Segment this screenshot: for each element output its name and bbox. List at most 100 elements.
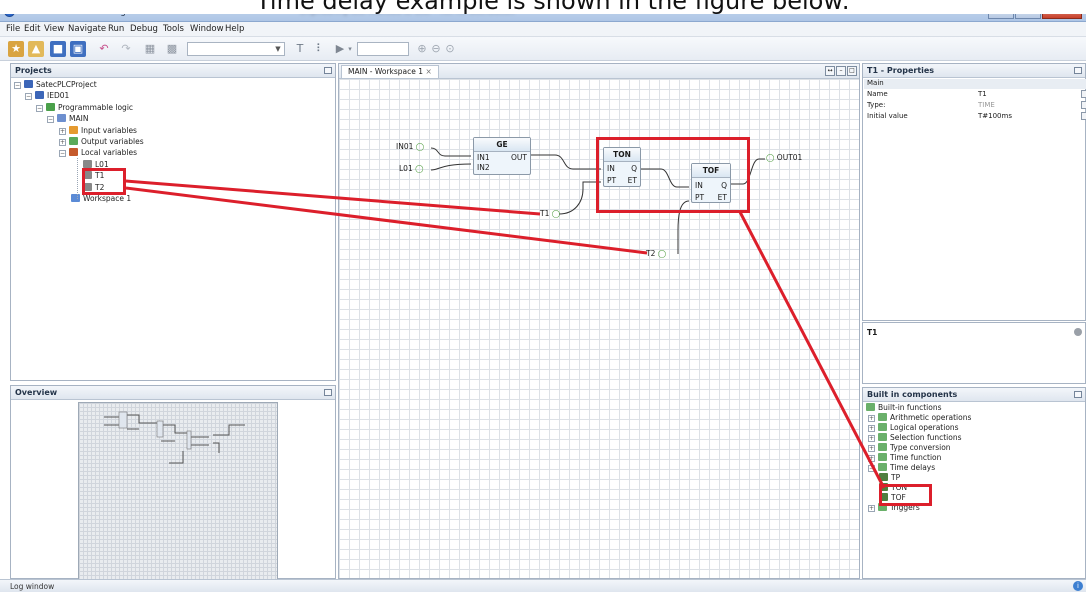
connector-icon: ◯ bbox=[415, 142, 425, 151]
tree-item-input-variables[interactable]: + Input variables bbox=[59, 126, 137, 137]
minimize-panel-icon[interactable] bbox=[1074, 391, 1082, 398]
variable-out01[interactable]: ◯ OUT01 bbox=[766, 153, 802, 162]
property-edit-button[interactable] bbox=[1081, 90, 1086, 98]
tree-item-main-label: MAIN bbox=[69, 114, 89, 123]
close-tab-icon[interactable]: × bbox=[425, 67, 431, 76]
folder-icon bbox=[866, 403, 875, 411]
menu-window[interactable]: Window bbox=[190, 24, 224, 34]
property-row-initial-value[interactable]: Initial value T#100ms bbox=[864, 112, 1086, 122]
tree-item-programmable-logic[interactable]: − Programmable logic bbox=[36, 103, 133, 114]
search-input[interactable] bbox=[357, 42, 409, 56]
menu-tools[interactable]: Tools bbox=[163, 24, 184, 34]
variable-l01[interactable]: L01 ◯ bbox=[399, 164, 424, 173]
menu-view[interactable]: View bbox=[44, 24, 64, 34]
tree-item-workspace[interactable]: Workspace 1 bbox=[71, 194, 131, 205]
variable-t2[interactable]: T2 ◯ bbox=[646, 249, 666, 258]
property-edit-button[interactable] bbox=[1081, 112, 1086, 120]
selected-item-name: T1 bbox=[867, 328, 878, 337]
variable-t1-label: T1 bbox=[540, 209, 550, 218]
menu-navigate[interactable]: Navigate bbox=[68, 24, 106, 34]
device-icon bbox=[35, 91, 44, 99]
tree-item-project[interactable]: − SatecPLCProject bbox=[14, 80, 97, 91]
menu-edit[interactable]: Edit bbox=[24, 24, 40, 34]
pin-ge-out-label: OUT bbox=[511, 153, 527, 162]
wire-t1-ton bbox=[558, 181, 601, 215]
variable-l01-label: L01 bbox=[399, 164, 413, 173]
properties-description-panel: T1 bbox=[862, 322, 1086, 384]
variable-in01[interactable]: IN01 ◯ bbox=[396, 142, 424, 151]
menu-run[interactable]: Run bbox=[108, 24, 124, 34]
connector-icon: ◯ bbox=[657, 249, 667, 258]
function-block-ge-name: GE bbox=[474, 138, 530, 152]
tree-guide-line bbox=[77, 158, 78, 199]
overview-minimap-diagram bbox=[104, 411, 245, 464]
text-icon[interactable]: T bbox=[292, 41, 308, 57]
overview-minimap[interactable] bbox=[78, 402, 278, 583]
folder-icon bbox=[878, 433, 887, 441]
tree-item-main[interactable]: − MAIN bbox=[47, 114, 88, 125]
tree-item-output-variables[interactable]: + Output variables bbox=[59, 137, 144, 148]
save-all-icon[interactable]: ▣ bbox=[70, 41, 86, 57]
tree-item-local-variables[interactable]: − Local variables bbox=[59, 148, 137, 159]
tree-item-ied01[interactable]: − IED01 bbox=[25, 91, 69, 102]
build-icon[interactable]: ▦ bbox=[142, 41, 158, 57]
tab-list-icon[interactable]: ↔ bbox=[825, 66, 835, 76]
slide-caption-text: Time delay example is shown in the figur… bbox=[256, 0, 850, 14]
wire-l01-ge bbox=[431, 157, 443, 170]
pin-ge-in1[interactable]: IN1 bbox=[477, 153, 490, 162]
redo-icon[interactable]: ↷ bbox=[118, 41, 134, 57]
properties-section-label: Main bbox=[867, 79, 884, 87]
tree-item-output-variables-label: Output variables bbox=[81, 137, 144, 146]
info-icon[interactable]: i bbox=[1073, 581, 1083, 591]
components-panel-title: Built in components bbox=[867, 390, 958, 399]
wire-l01-ge-in2 bbox=[430, 163, 472, 171]
variable-t2-label: T2 bbox=[646, 249, 656, 258]
maximize-editor-icon[interactable]: □ bbox=[847, 66, 857, 76]
menu-file[interactable]: File bbox=[6, 24, 20, 34]
properties-panel: T1 - Properties Main Name T1 Type: TIME In… bbox=[862, 63, 1086, 323]
menu-help[interactable]: Help bbox=[225, 24, 244, 34]
minimize-panel-icon[interactable] bbox=[324, 389, 332, 396]
status-bar: Log window i bbox=[0, 579, 1086, 592]
annotation-box-ton-tof bbox=[596, 137, 750, 213]
projects-panel-header: Projects bbox=[11, 64, 335, 78]
component-label: Type conversion bbox=[890, 443, 951, 452]
minimize-editor-icon[interactable]: – bbox=[836, 66, 846, 76]
undo-icon[interactable]: ↶ bbox=[96, 41, 112, 57]
properties-panel-header: T1 - Properties bbox=[863, 64, 1085, 78]
open-folder-icon[interactable]: ▲ bbox=[28, 41, 44, 57]
debug-step-icon[interactable]: ⠇ bbox=[312, 41, 328, 57]
annotation-box-t1-t2 bbox=[82, 168, 126, 195]
pin-ge-out[interactable]: OUT bbox=[511, 153, 527, 162]
pin-ge-in2[interactable]: IN2 bbox=[477, 163, 490, 172]
tree-item-programmable-logic-label: Programmable logic bbox=[58, 103, 134, 112]
menu-debug[interactable]: Debug bbox=[130, 24, 158, 34]
property-key: Initial value bbox=[867, 112, 908, 120]
minimize-panel-icon[interactable] bbox=[324, 67, 332, 74]
zoom-fit-icon[interactable]: ⊙ bbox=[442, 41, 458, 57]
tree-item-workspace-label: Workspace 1 bbox=[83, 194, 132, 203]
property-value[interactable]: T1 bbox=[978, 90, 987, 98]
tree-item-input-variables-label: Input variables bbox=[81, 126, 137, 135]
log-window-tab[interactable]: Log window bbox=[10, 582, 54, 591]
run-dropdown-icon[interactable]: ▾ bbox=[345, 41, 355, 57]
output-variables-icon bbox=[69, 137, 78, 145]
function-block-ge[interactable]: GE IN1 OUT IN2 bbox=[473, 137, 531, 175]
input-variables-icon bbox=[69, 126, 78, 134]
new-project-icon[interactable]: ★ bbox=[8, 41, 24, 57]
minimize-panel-icon[interactable] bbox=[1074, 67, 1082, 74]
property-edit-button[interactable] bbox=[1081, 101, 1086, 109]
projects-panel: Projects − SatecPLCProject − IED01 − Progra… bbox=[10, 63, 336, 381]
overview-panel: Overview bbox=[10, 385, 336, 583]
variable-t1[interactable]: T1 ◯ bbox=[540, 209, 560, 218]
save-icon[interactable]: ■ bbox=[50, 41, 66, 57]
property-value[interactable]: T#100ms bbox=[978, 112, 1012, 120]
tab-main-workspace[interactable]: MAIN - Workspace 1 × bbox=[341, 65, 439, 78]
folder-icon bbox=[878, 423, 887, 431]
configuration-select[interactable]: ▼ bbox=[187, 42, 285, 56]
clean-icon[interactable]: ▩ bbox=[164, 41, 180, 57]
property-row-type[interactable]: Type: TIME bbox=[864, 101, 1086, 111]
tree-item-ied01-label: IED01 bbox=[47, 91, 70, 100]
tree-item-local-variables-label: Local variables bbox=[81, 148, 137, 157]
property-row-name[interactable]: Name T1 bbox=[864, 90, 1086, 100]
